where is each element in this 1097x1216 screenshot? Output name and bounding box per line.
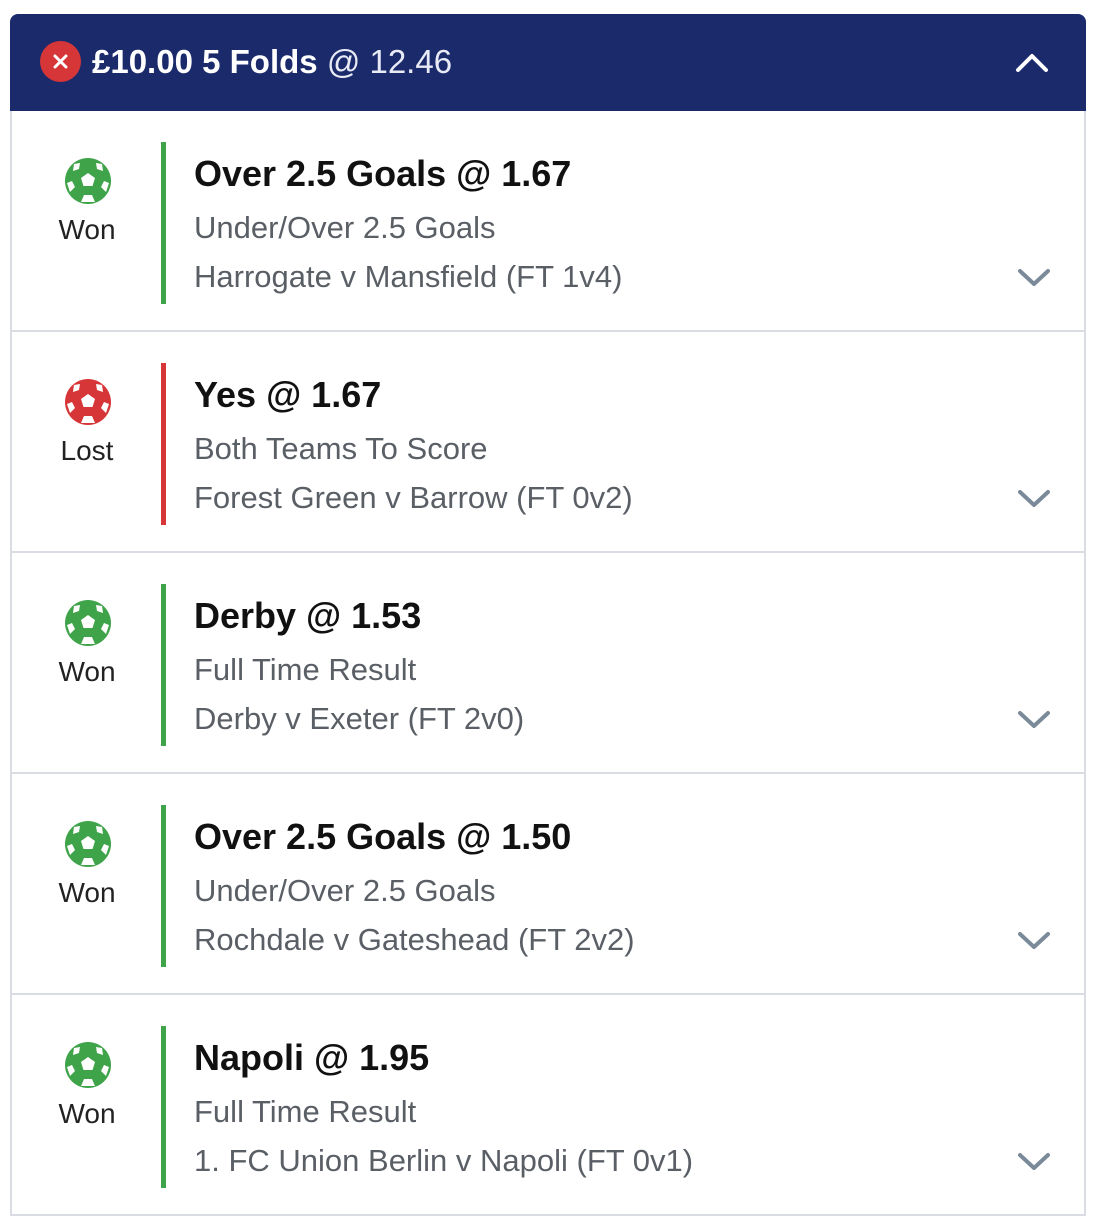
bet-type: 5 Folds — [202, 43, 318, 80]
bet-leg[interactable]: Lost Yes @ 1.67 Both Teams To Score Fore… — [12, 332, 1084, 553]
leg-selection: Over 2.5 Goals @ 1.50 — [194, 816, 572, 857]
leg-selection: Napoli @ 1.95 — [194, 1037, 430, 1078]
leg-result: Lost — [60, 435, 114, 466]
leg-selection: Derby @ 1.53 — [194, 595, 422, 636]
football-icon — [64, 1041, 112, 1089]
football-icon — [64, 378, 112, 426]
football-icon — [64, 820, 112, 868]
result-indicator-bar — [161, 1026, 166, 1188]
bet-leg[interactable]: Won Napoli @ 1.95 Full Time Result 1. FC… — [12, 995, 1084, 1216]
bet-title: £10.00 5 Folds @ 12.46 — [92, 42, 452, 82]
leg-market: Under/Over 2.5 Goals — [194, 873, 496, 908]
leg-result: Won — [58, 214, 116, 245]
leg-market: Full Time Result — [194, 652, 417, 687]
bet-stake: £10.00 — [92, 43, 193, 80]
chevron-down-icon[interactable] — [1016, 926, 1052, 954]
chevron-down-icon[interactable] — [1016, 705, 1052, 733]
chevron-up-icon[interactable] — [1012, 46, 1052, 80]
bet-legs-list: Won Over 2.5 Goals @ 1.67 Under/Over 2.5… — [10, 111, 1086, 1216]
result-indicator-bar — [161, 363, 166, 525]
chevron-down-icon[interactable] — [1016, 484, 1052, 512]
leg-event: Harrogate v Mansfield (FT 1v4) — [194, 259, 623, 294]
chevron-down-icon[interactable] — [1016, 263, 1052, 291]
bet-leg[interactable]: Won Over 2.5 Goals @ 1.50 Under/Over 2.5… — [12, 774, 1084, 995]
result-indicator-bar — [161, 584, 166, 746]
leg-market: Both Teams To Score — [194, 431, 488, 466]
leg-market: Under/Over 2.5 Goals — [194, 210, 496, 245]
bet-leg[interactable]: Won Derby @ 1.53 Full Time Result Derby … — [12, 553, 1084, 774]
leg-event: 1. FC Union Berlin v Napoli (FT 0v1) — [194, 1143, 694, 1178]
bet-leg[interactable]: Won Over 2.5 Goals @ 1.67 Under/Over 2.5… — [12, 111, 1084, 332]
leg-result: Won — [58, 877, 116, 908]
leg-result: Won — [58, 1098, 116, 1129]
bet-header[interactable]: £10.00 5 Folds @ 12.46 — [10, 14, 1086, 111]
bet-card: £10.00 5 Folds @ 12.46 Won Over 2.5 Goal… — [10, 14, 1086, 1216]
leg-event: Derby v Exeter (FT 2v0) — [194, 701, 525, 736]
leg-selection: Yes @ 1.67 — [194, 374, 382, 415]
football-icon — [64, 157, 112, 205]
result-indicator-bar — [161, 805, 166, 967]
leg-event: Forest Green v Barrow (FT 0v2) — [194, 480, 633, 515]
leg-event: Rochdale v Gateshead (FT 2v2) — [194, 922, 635, 957]
result-indicator-bar — [161, 142, 166, 304]
leg-market: Full Time Result — [194, 1094, 417, 1129]
leg-selection: Over 2.5 Goals @ 1.67 — [194, 153, 572, 194]
football-icon — [64, 599, 112, 647]
close-icon — [40, 41, 81, 82]
bet-odds: @ 12.46 — [326, 43, 453, 80]
leg-result: Won — [58, 656, 116, 687]
chevron-down-icon[interactable] — [1016, 1147, 1052, 1175]
